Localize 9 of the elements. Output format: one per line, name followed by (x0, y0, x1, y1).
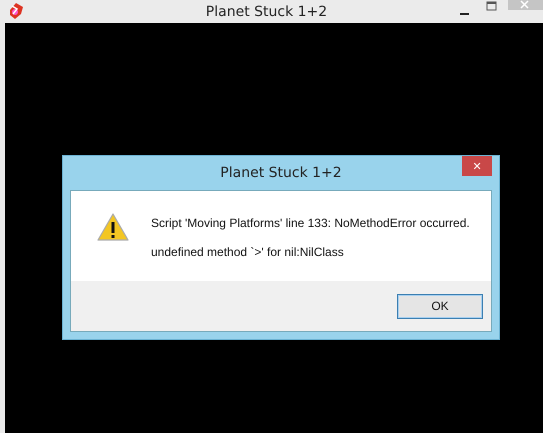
maximize-icon[interactable] (486, 1, 498, 13)
app-icon (7, 2, 25, 20)
close-button[interactable]: ✕ (462, 156, 492, 176)
window-title: Planet Stuck 1+2 (206, 4, 328, 20)
error-detail: undefined method `>' for nil:NilClass (151, 245, 345, 259)
dialog-title: Planet Stuck 1+2 (220, 165, 342, 181)
ok-button[interactable]: OK (397, 294, 483, 318)
error-message: Script 'Moving Platforms' line 133: NoMethodError occurred. (151, 216, 470, 230)
warning-icon (97, 213, 129, 241)
